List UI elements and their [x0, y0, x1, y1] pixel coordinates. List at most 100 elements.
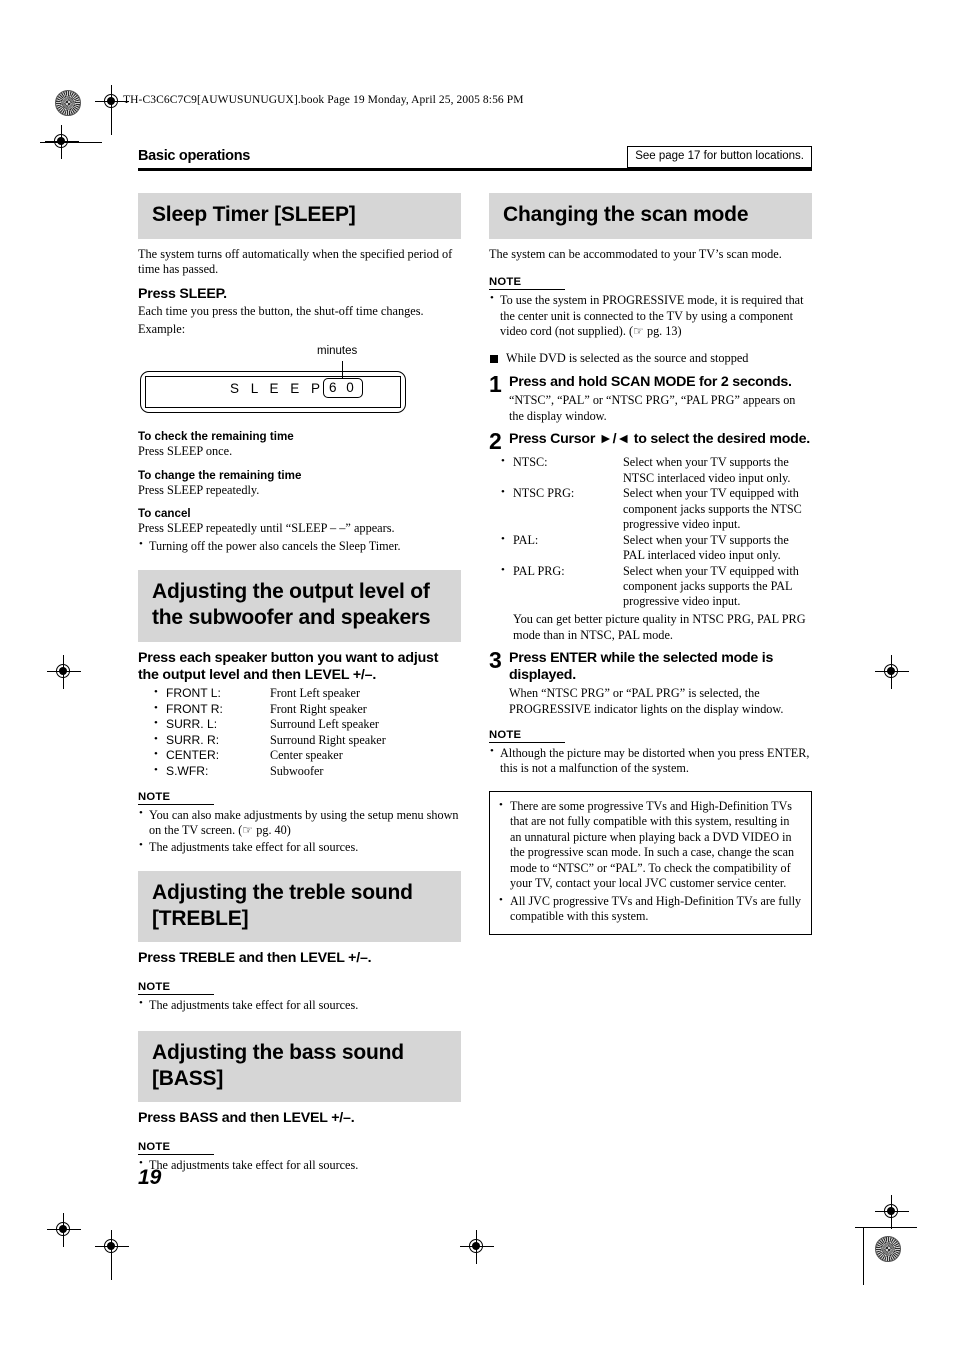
crop-line-right-vertical	[863, 1227, 864, 1285]
list-item: To use the system in PROGRESSIVE mode, i…	[489, 292, 812, 339]
display-panel-minutes-value: 6 0	[323, 378, 363, 399]
list-item: FRONT L: Front Left speaker	[138, 686, 461, 701]
book-file-header: TH-C3C6C7C9[AUWUSUNUGUX].book Page 19 Mo…	[123, 94, 524, 106]
note-label: NOTE	[489, 276, 566, 291]
speaker-button-desc: Subwoofer	[270, 763, 324, 778]
registration-mark-bottom-right-inner	[95, 1230, 129, 1264]
section-title-bass: Adjusting the bass sound [BASS]	[138, 1031, 461, 1103]
speaker-button-desc: Front Right speaker	[270, 701, 367, 716]
list-item: PAL: Select when your TV supports the PA…	[489, 533, 812, 564]
note-label: NOTE	[489, 729, 566, 743]
list-item: There are some progressive TVs and High-…	[496, 798, 802, 892]
registration-mark-bottom-center	[460, 1230, 494, 1264]
note-label: NOTE	[138, 981, 215, 995]
registration-mark-right-bottom	[875, 1195, 909, 1229]
treble-instruction: Press TREBLE and then LEVEL +/–.	[138, 950, 372, 967]
scan-mode-desc: Select when your TV supports the NTSC in…	[623, 455, 791, 485]
bass-instruction: Press BASS and then LEVEL +/–.	[138, 1110, 355, 1127]
display-panel-text: S L E E P	[230, 381, 325, 397]
speaker-button-desc: Front Left speaker	[270, 686, 361, 701]
sleep-subsection-heading-2: To cancel	[138, 507, 191, 521]
output-level-notes: You can also make adjustments by using t…	[138, 807, 461, 855]
list-item: S.WFR: Subwoofer	[138, 764, 461, 779]
speaker-button-list: FRONT L: Front Left speaker FRONT R: Fro…	[138, 686, 461, 779]
step-number: 1	[489, 371, 502, 398]
step-title: Press and hold SCAN MODE for 2 seconds.	[509, 374, 792, 391]
scan-mode-notes-2: Although the picture may be distorted wh…	[489, 745, 812, 777]
speaker-button-name: S.WFR:	[166, 763, 209, 778]
speaker-button-name: CENTER:	[166, 748, 220, 763]
scan-mode-condition-heading: While DVD is selected as the source and …	[489, 351, 812, 367]
registration-mark-right-middle	[875, 655, 909, 689]
step-2: 2 Press Cursor ►/◄ to select the desired…	[489, 428, 812, 455]
scan-mode-option-list: NTSC: Select when your TV supports the N…	[489, 455, 812, 610]
scan-mode-name: PAL:	[513, 532, 539, 547]
list-item: Although the picture may be distorted wh…	[489, 745, 812, 777]
list-item: FRONT R: Front Right speaker	[138, 702, 461, 717]
step-number: 2	[489, 428, 502, 455]
speaker-button-desc: Surround Right speaker	[270, 732, 386, 747]
crop-line-top-horizontal	[40, 142, 102, 143]
crop-line-bottom-horizontal	[855, 1227, 917, 1228]
rosette-mark-bottom-right	[875, 1236, 901, 1262]
list-item: Turning off the power also cancels the S…	[138, 538, 461, 554]
scan-mode-quality-footnote: You can get better picture quality in NT…	[513, 611, 806, 642]
sleep-display-figure: minutes S L E E P 6 0	[140, 345, 408, 421]
caution-bullet-list: There are some progressive TVs and High-…	[496, 798, 802, 925]
scan-mode-notes-1: To use the system in PROGRESSIVE mode, i…	[489, 292, 812, 339]
speaker-button-desc: Surround Left speaker	[270, 717, 379, 732]
bass-notes: The adjustments take effect for all sour…	[138, 1157, 461, 1173]
step-1: 1 Press and hold SCAN MODE for 2 seconds…	[489, 371, 812, 424]
page-content: Basic operations See page 17 for button …	[138, 146, 812, 1174]
crop-line-bottom-left-vertical	[111, 1230, 112, 1280]
section-title-sleep-timer: Sleep Timer [SLEEP]	[138, 193, 461, 239]
header-rule	[138, 168, 812, 171]
scan-mode-name: NTSC:	[513, 455, 548, 470]
scan-mode-name: NTSC PRG:	[513, 486, 575, 501]
step-number: 3	[489, 647, 502, 674]
sleep-cancel-bullets: Turning off the power also cancels the S…	[138, 538, 461, 554]
minutes-callout-label: minutes	[317, 345, 358, 358]
sleep-timer-instruction: Press SLEEP.	[138, 285, 227, 302]
speaker-button-name: SURR. R:	[166, 732, 220, 747]
speaker-button-name: SURR. L:	[166, 717, 218, 732]
sleep-timer-intro: The system turns off automatically when …	[138, 246, 453, 277]
list-item: SURR. L: Surround Left speaker	[138, 717, 461, 732]
rosette-mark-top-left	[55, 90, 81, 116]
registration-mark-left-middle	[47, 655, 81, 689]
speaker-button-name: FRONT R:	[166, 701, 223, 716]
scan-mode-intro: The system can be accommodated to your T…	[489, 246, 782, 261]
scan-mode-name: PAL PRG:	[513, 563, 565, 578]
right-column: Changing the scan mode The system can be…	[489, 193, 812, 1174]
list-item: All JVC progressive TVs and High-Definit…	[496, 893, 802, 925]
treble-notes: The adjustments take effect for all sour…	[138, 997, 461, 1013]
section-title-scan-mode: Changing the scan mode	[489, 193, 812, 239]
step-3: 3 Press ENTER while the selected mode is…	[489, 647, 812, 717]
document-page: TH-C3C6C7C9[AUWUSUNUGUX].book Page 19 Mo…	[0, 0, 954, 1351]
see-page-reference-box: See page 17 for button locations.	[627, 146, 812, 168]
sleep-subsection-text-0: Press SLEEP once.	[138, 444, 233, 459]
section-title-output-level: Adjusting the output level of the subwoo…	[138, 570, 461, 642]
step-description: “NTSC”, “PAL” or “NTSC PRG”, “PAL PRG” a…	[509, 393, 796, 423]
crop-line-left-vertical	[111, 85, 112, 135]
sleep-subsection-heading-1: To change the remaining time	[138, 468, 302, 482]
note-label: NOTE	[138, 791, 215, 806]
sleep-subsection-text-2: Press SLEEP repeatedly until “SLEEP – –”…	[138, 521, 395, 536]
list-item: SURR. R: Surround Right speaker	[138, 733, 461, 748]
two-column-layout: Sleep Timer [SLEEP] The system turns off…	[138, 193, 812, 1174]
list-item: PAL PRG: Select when your TV equipped wi…	[489, 564, 812, 610]
scan-mode-desc: Select when your TV equipped with compon…	[623, 486, 802, 532]
sleep-subsection-heading-0: To check the remaining time	[138, 430, 294, 444]
list-item: NTSC: Select when your TV supports the N…	[489, 455, 812, 486]
sleep-timer-example-label: Example:	[138, 321, 186, 336]
scan-mode-desc: Select when your TV equipped with compon…	[623, 563, 799, 609]
compatibility-caution-box: There are some progressive TVs and High-…	[489, 790, 812, 936]
output-level-instruction: Press each speaker button you want to ad…	[138, 649, 439, 683]
scan-mode-desc: Select when your TV supports the PAL int…	[623, 532, 789, 563]
sleep-timer-instruction-desc: Each time you press the button, the shut…	[138, 304, 424, 319]
step-title: Press ENTER while the selected mode is d…	[509, 650, 774, 684]
list-item: The adjustments take effect for all sour…	[138, 1157, 461, 1173]
list-item: CENTER: Center speaker	[138, 748, 461, 763]
section-title-treble: Adjusting the treble sound [TREBLE]	[138, 871, 461, 943]
list-item: The adjustments take effect for all sour…	[138, 997, 461, 1013]
